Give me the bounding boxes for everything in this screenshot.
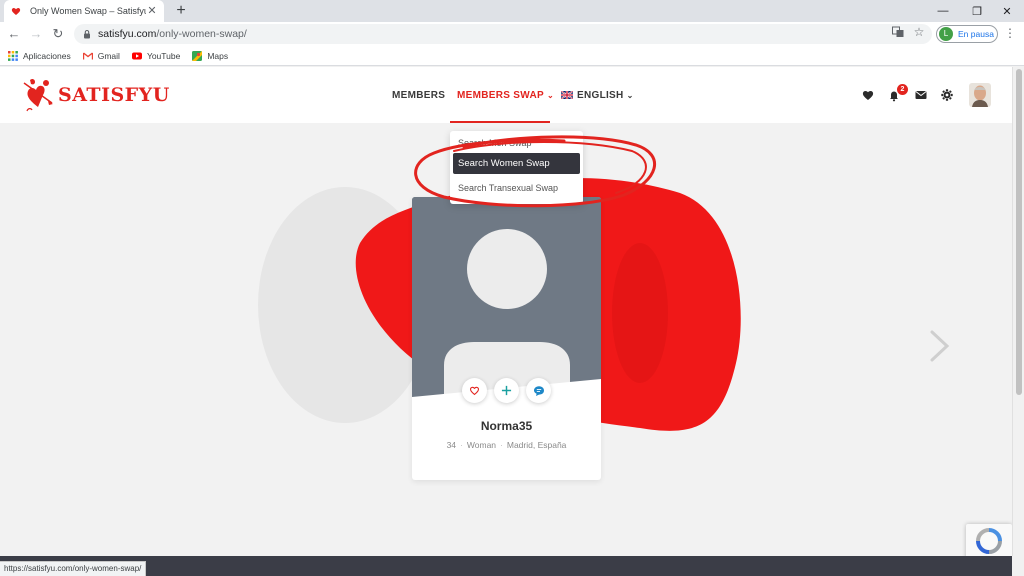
profile-status: En pausa [958, 29, 994, 39]
minimize-button[interactable]: — [926, 0, 960, 22]
nav-members-swap[interactable]: MEMBERS SWAP ⌄ [457, 67, 554, 123]
dropdown-item-women-swap[interactable]: Search Women Swap [453, 153, 580, 174]
new-tab-button[interactable]: + [172, 2, 190, 20]
tab-strip: Only Women Swap – Satisfyu ✕ + — ❐ ✕ [0, 0, 1024, 22]
site-header: SATISFYU MEMBERS MEMBERS SWAP ⌄ ENGLISH … [0, 67, 1012, 123]
logo-text: SATISFYU [58, 84, 170, 106]
page-content: SATISFYU MEMBERS MEMBERS SWAP ⌄ ENGLISH … [0, 67, 1012, 556]
site-footer-strip [0, 556, 1012, 576]
separator-dot: · [460, 440, 463, 450]
url-path: /only-women-swap/ [156, 28, 247, 40]
restore-button[interactable]: ❐ [960, 0, 994, 22]
gmail-icon [82, 51, 93, 59]
cupid-logo-icon [23, 78, 53, 112]
profile-age: 34 [446, 440, 457, 450]
profile-placeholder-photo [412, 197, 601, 402]
maps-icon [192, 50, 203, 61]
bookmark-gmail[interactable]: Gmail [82, 50, 120, 61]
bookmark-label: YouTube [146, 50, 181, 61]
nav-members-swap-label: MEMBERS SWAP [457, 89, 544, 101]
heart-icon[interactable] [861, 88, 875, 102]
profile-gender: Woman [466, 440, 497, 450]
profile-name[interactable]: Norma35 [412, 419, 601, 433]
bookmark-youtube[interactable]: YouTube [131, 50, 181, 61]
page-scrollbar[interactable] [1012, 67, 1024, 556]
tab-title: Only Women Swap – Satisfyu [30, 6, 146, 16]
message-button[interactable] [526, 378, 551, 403]
chat-bubble-icon [533, 385, 544, 396]
scrollbar-thumb[interactable] [1016, 69, 1022, 395]
active-nav-underline [450, 121, 550, 123]
chevron-down-icon: ⌄ [546, 90, 554, 100]
bookmark-label: Maps [207, 50, 229, 61]
forward-button[interactable]: → [26, 24, 46, 44]
site-logo[interactable]: SATISFYU [22, 77, 170, 113]
next-slide-arrow-icon[interactable] [928, 329, 952, 363]
settings-gear-icon[interactable] [940, 88, 954, 102]
url-host: satisfyu.com [98, 28, 157, 40]
link-status-tooltip: https://satisfyu.com/only-women-swap/ [0, 561, 147, 576]
bookmark-label: Gmail [97, 50, 120, 61]
dropdown-item-men-swap[interactable]: Search Men Swap [458, 138, 532, 148]
separator-dot: · [500, 440, 503, 450]
bookmark-maps[interactable]: Maps [192, 50, 229, 61]
close-window-button[interactable]: ✕ [990, 0, 1024, 22]
nav-members-label: MEMBERS [392, 89, 446, 101]
profile-button[interactable]: L En pausa [936, 25, 998, 43]
bookmark-apps[interactable]: Aplicaciones [8, 50, 71, 61]
chrome-menu-icon[interactable]: ⋮ [1004, 26, 1016, 40]
nav-language[interactable]: ENGLISH ⌄ [561, 67, 634, 123]
bookmark-star-icon[interactable]: ☆ [912, 25, 926, 39]
bookmark-label: Aplicaciones [23, 50, 71, 61]
tab-close-icon[interactable]: ✕ [146, 5, 158, 17]
nav-members[interactable]: MEMBERS [392, 67, 445, 123]
profile-avatar: L [939, 27, 953, 41]
reload-button[interactable]: ↻ [48, 24, 68, 44]
recaptcha-logo-icon [976, 528, 1002, 554]
user-avatar[interactable] [969, 83, 991, 107]
heart-outline-icon [469, 386, 480, 396]
lock-icon [84, 30, 90, 39]
nav-language-label: ENGLISH [577, 89, 624, 101]
profile-details: 34 · Woman · Madrid, España [412, 440, 601, 450]
apps-grid-icon [8, 50, 18, 61]
recaptcha-badge[interactable] [966, 524, 1012, 556]
dropdown-item-transexual-swap[interactable]: Search Transexual Swap [458, 183, 558, 193]
chevron-down-icon: ⌄ [626, 90, 634, 100]
browser-toolbar: ← → ↻ satisfyu.com/only-women-swap/ ☆ L … [0, 22, 1024, 46]
like-button[interactable] [462, 378, 487, 403]
youtube-icon [131, 52, 142, 59]
messages-envelope-icon[interactable] [914, 88, 928, 102]
bookmarks-bar: Aplicaciones Gmail YouTube Maps [0, 46, 1024, 66]
back-button[interactable]: ← [4, 24, 24, 44]
notification-badge: 2 [897, 84, 908, 95]
add-friend-button[interactable] [494, 378, 519, 403]
members-swap-dropdown: Search Men Swap Search Women Swap Search… [450, 131, 583, 204]
profile-location: Madrid, España [506, 440, 567, 450]
satisfyu-favicon [11, 7, 21, 15]
uk-flag-icon [561, 91, 573, 99]
profile-card[interactable]: Norma35 34 · Woman · Madrid, España [412, 197, 601, 480]
translate-icon[interactable] [891, 25, 905, 39]
browser-tab[interactable]: Only Women Swap – Satisfyu ✕ [4, 0, 164, 22]
address-bar[interactable]: satisfyu.com/only-women-swap/ [74, 24, 932, 44]
plus-icon [501, 385, 512, 396]
